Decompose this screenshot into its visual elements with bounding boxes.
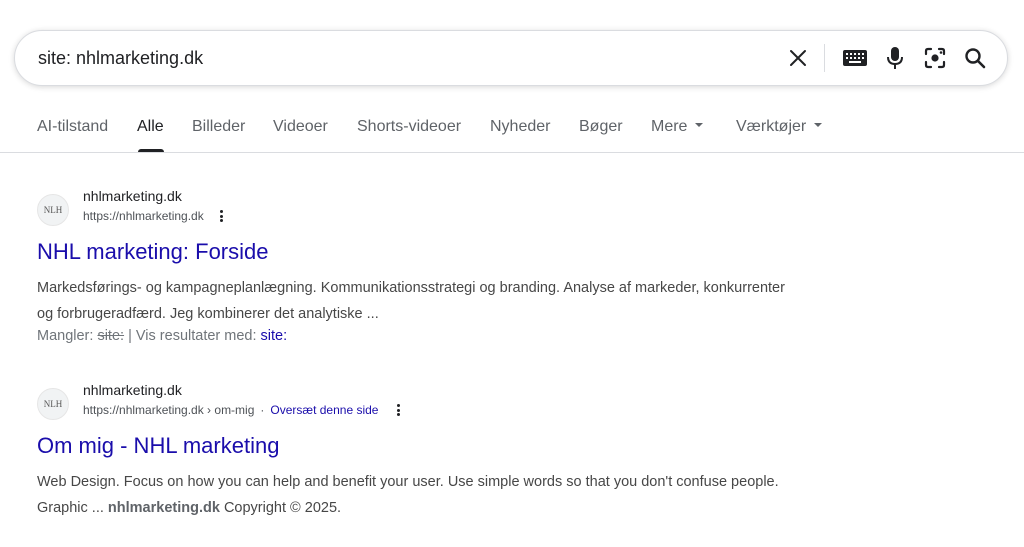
- site-favicon: NLH: [37, 388, 69, 420]
- snippet-highlight: nhlmarketing.dk: [107, 500, 220, 516]
- missing-terms-line: Mangler: site: | Vis resultater med: sit…: [37, 328, 287, 344]
- result-site-name[interactable]: nhlmarketing.dk: [83, 382, 182, 398]
- tab-more-label: Mere: [651, 118, 688, 135]
- tab-images[interactable]: Billeder: [192, 118, 245, 136]
- url-separator: ·: [260, 403, 265, 417]
- tab-books[interactable]: Bøger: [579, 118, 623, 136]
- search-button[interactable]: [955, 38, 995, 78]
- tab-ai-mode[interactable]: AI-tilstand: [37, 118, 108, 136]
- more-options-icon[interactable]: [216, 210, 228, 222]
- site-favicon: NLH: [37, 194, 69, 226]
- chevron-down-icon: [695, 122, 704, 127]
- missing-label: Mangler:: [37, 328, 94, 344]
- snippet-text: Copyright © 2025.: [219, 500, 342, 516]
- clear-search-button[interactable]: [778, 38, 818, 78]
- voice-search-button[interactable]: [875, 38, 915, 78]
- show-with-term-link[interactable]: site:: [261, 328, 288, 344]
- camera-lens-icon: [924, 47, 946, 69]
- result-url-row: https://nhlmarketing.dk › om-mig · Overs…: [83, 403, 404, 417]
- tools-label: Værktøjer: [736, 118, 807, 135]
- keyboard-icon: [843, 50, 867, 66]
- result-url-row: https://nhlmarketing.dk: [83, 209, 228, 223]
- result-title-link[interactable]: NHL marketing: Forside: [37, 239, 268, 265]
- tab-videos[interactable]: Videoer: [273, 118, 328, 136]
- show-with-label: Vis resultater med:: [135, 328, 257, 344]
- tab-shorts[interactable]: Shorts-videoer: [357, 118, 461, 136]
- microphone-icon: [887, 47, 903, 69]
- tab-all[interactable]: Alle: [137, 118, 164, 136]
- keyboard-button[interactable]: [835, 38, 875, 78]
- more-options-icon[interactable]: [392, 404, 404, 416]
- search-icon: [965, 48, 986, 69]
- lens-search-button[interactable]: [915, 38, 955, 78]
- result-site-name[interactable]: nhlmarketing.dk: [83, 188, 182, 204]
- tab-news[interactable]: Nyheder: [490, 118, 550, 136]
- missing-term: site:: [97, 328, 125, 344]
- active-tab-indicator: [138, 149, 164, 152]
- result-title-link[interactable]: Om mig - NHL marketing: [37, 433, 279, 459]
- search-tabs: AI-tilstand Alle Billeder Videoer Shorts…: [0, 108, 1024, 153]
- tools-button[interactable]: Værktøjer: [736, 118, 823, 136]
- search-input[interactable]: [15, 37, 778, 79]
- search-bar-divider: [824, 44, 825, 72]
- search-bar: [14, 30, 1008, 86]
- close-icon: [790, 50, 806, 66]
- result-snippet: Markedsførings- og kampagneplanlægning. …: [37, 280, 785, 322]
- result-url[interactable]: https://nhlmarketing.dk: [83, 209, 204, 223]
- chevron-down-icon: [814, 122, 823, 127]
- tab-more[interactable]: Mere: [651, 118, 704, 136]
- result-snippet: Web Design. Focus on how you can help an…: [37, 469, 797, 521]
- result-url[interactable]: https://nhlmarketing.dk › om-mig: [83, 403, 254, 417]
- missing-separator: |: [128, 328, 132, 344]
- translate-page-link[interactable]: Oversæt denne side: [270, 403, 378, 417]
